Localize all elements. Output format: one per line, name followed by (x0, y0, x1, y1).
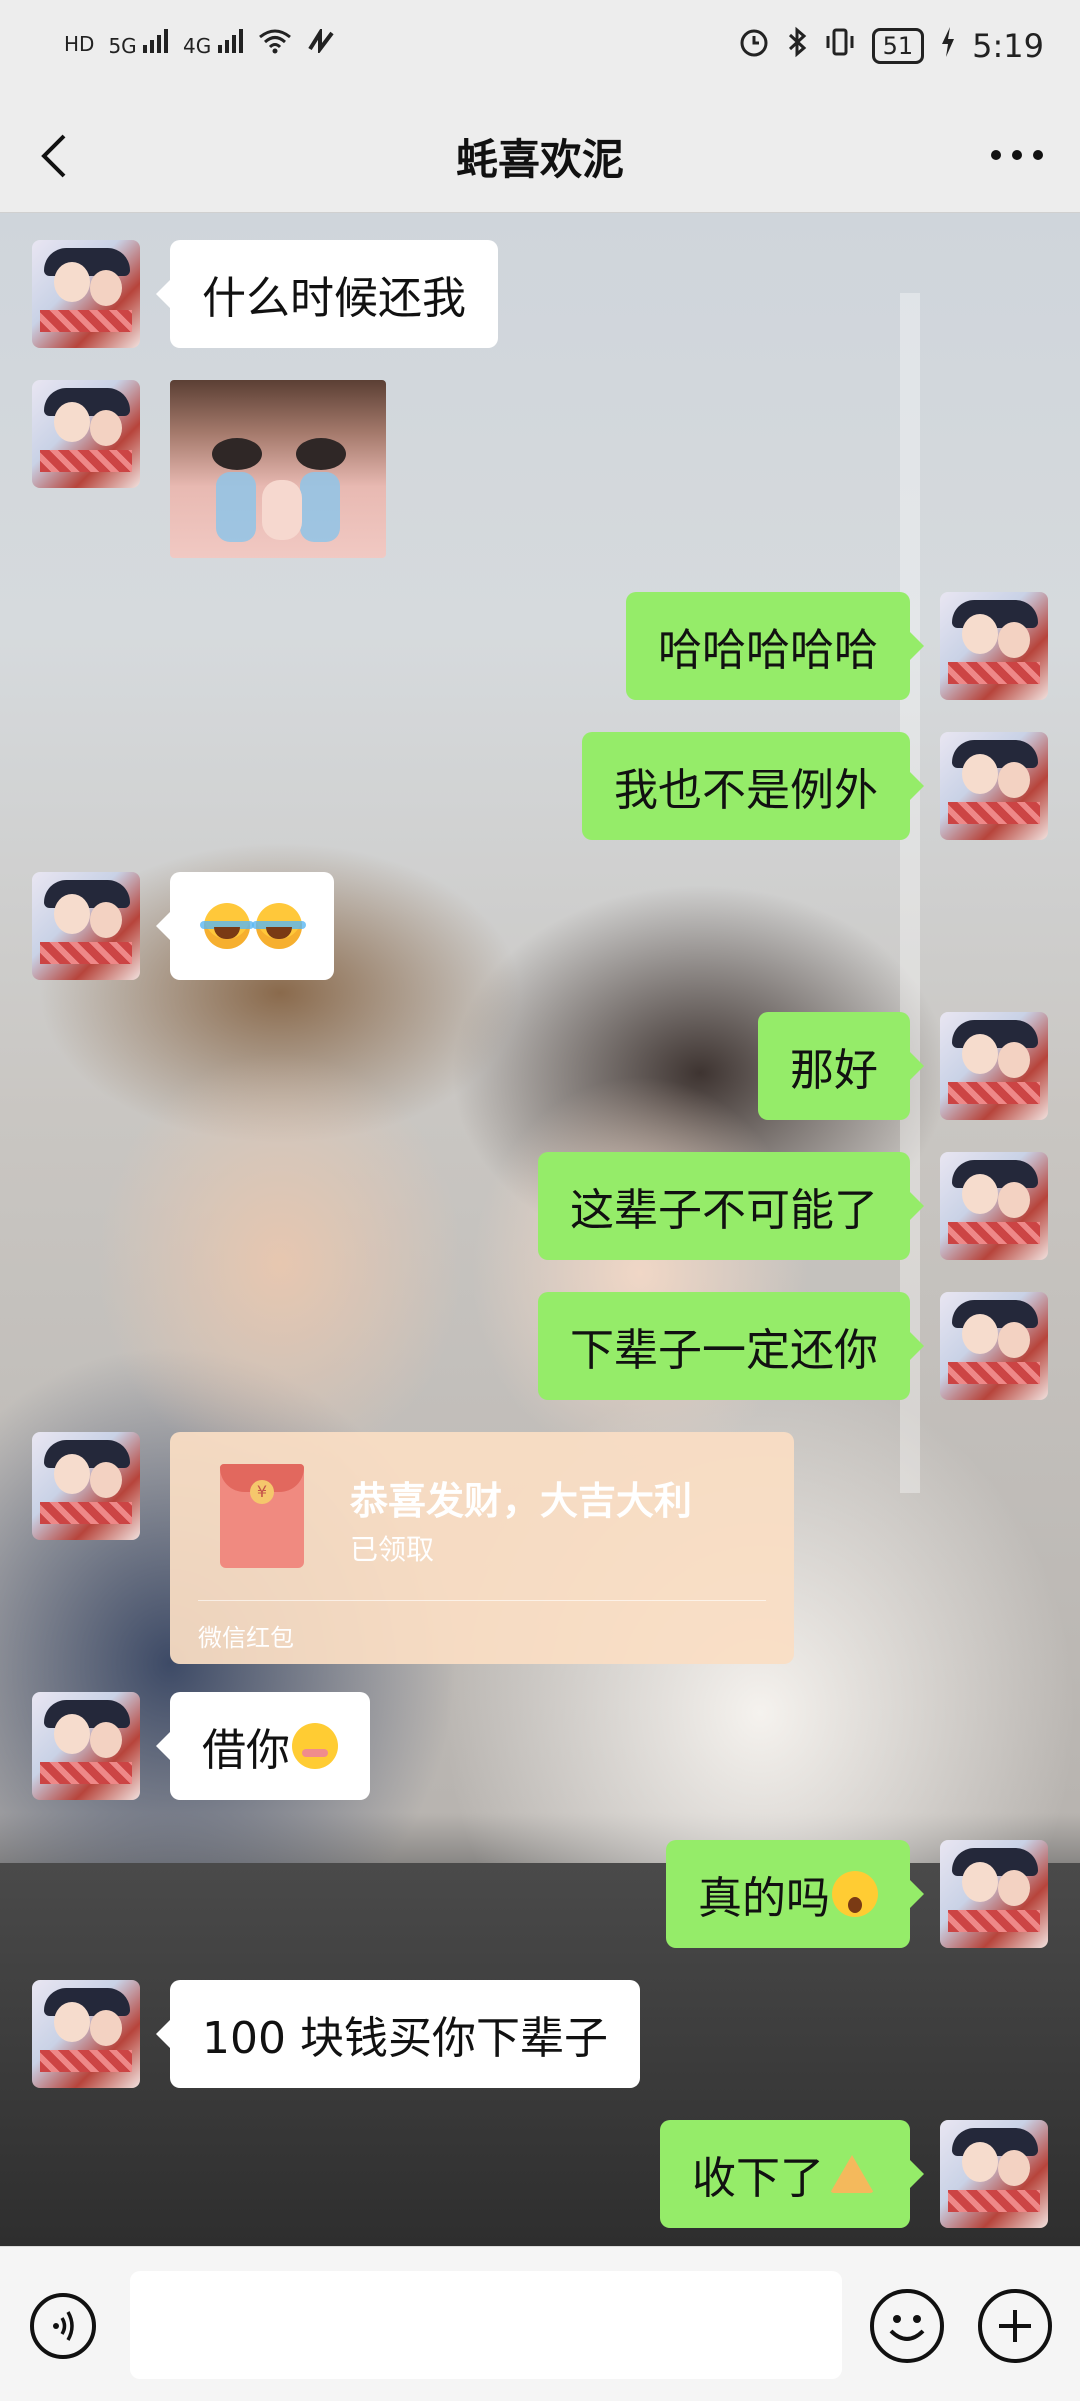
my-avatar[interactable] (940, 1840, 1048, 1948)
clock: 5:19 (972, 27, 1044, 65)
contact-avatar[interactable] (32, 1692, 140, 1800)
contact-avatar[interactable] (32, 1980, 140, 2088)
my-avatar[interactable] (940, 2120, 1048, 2228)
divider (198, 1600, 766, 1601)
chat-header: 蚝喜欢泥 (0, 100, 1080, 213)
my-avatar[interactable] (940, 592, 1048, 700)
vibrate-icon (824, 26, 856, 66)
chat-area[interactable]: 什么时候还我 哈哈哈哈哈 我也不是例外 那好 这辈子不可能了 下辈子一定还你 ¥… (0, 213, 1080, 2246)
chat-title: 蚝喜欢泥 (455, 135, 624, 184)
more-options-button[interactable] (982, 130, 1052, 180)
emoji-button[interactable] (870, 2289, 944, 2363)
outgoing-message[interactable]: 下辈子一定还你 (538, 1292, 924, 1400)
incoming-message[interactable]: 借你 (156, 1692, 370, 1800)
red-envelope-icon: ¥ (220, 1464, 304, 1568)
laugh-cry-emoji-icon (200, 903, 254, 949)
outgoing-message[interactable]: 收下了 (660, 2120, 924, 2228)
outgoing-message[interactable]: 真的吗 (666, 1840, 924, 1948)
my-avatar[interactable] (940, 1152, 1048, 1260)
nfc-icon (306, 26, 336, 58)
my-avatar[interactable] (940, 1012, 1048, 1120)
red-packet-message[interactable]: ¥ 恭喜发财，大吉大利 已领取 微信红包 (170, 1432, 794, 1664)
charging-icon (940, 27, 956, 65)
red-packet-footer: 微信红包 (198, 1624, 294, 1652)
message-text: 借你 (202, 1725, 290, 1776)
signal-indicators: HD 5G 4G (64, 26, 336, 59)
my-avatar[interactable] (940, 1292, 1048, 1400)
alarm-icon (738, 26, 770, 66)
message-input[interactable] (130, 2271, 842, 2379)
my-avatar[interactable] (940, 732, 1048, 840)
incoming-emoji-message[interactable] (156, 872, 334, 980)
status-right: 51 5:19 (738, 26, 1044, 66)
incoming-message[interactable]: 100 块钱买你下辈子 (156, 1980, 640, 2088)
shy-emoji-icon (292, 1723, 338, 1769)
status-bar: HD 5G 4G 51 5:19 (0, 0, 1080, 100)
outgoing-message[interactable]: 这辈子不可能了 (538, 1152, 924, 1260)
input-bar (0, 2246, 1080, 2401)
contact-avatar[interactable] (32, 240, 140, 348)
battery-icon: 51 (871, 28, 925, 64)
outgoing-message[interactable]: 哈哈哈哈哈 (626, 592, 924, 700)
contact-avatar[interactable] (32, 380, 140, 488)
more-functions-button[interactable] (978, 2289, 1052, 2363)
outgoing-message[interactable]: 我也不是例外 (582, 732, 924, 840)
message-text: 收下了 (692, 2153, 824, 2204)
outgoing-message[interactable]: 那好 (758, 1012, 924, 1120)
pray-emoji-icon (826, 2151, 878, 2197)
hd-icon: HD (64, 31, 95, 56)
contact-avatar[interactable] (32, 872, 140, 980)
crying-girl-sticker[interactable] (170, 380, 386, 558)
red-packet-status: 已领取 (350, 1533, 435, 1566)
contact-avatar[interactable] (32, 1432, 140, 1540)
message-text: 真的吗 (698, 1873, 830, 1924)
laugh-cry-emoji-icon (252, 903, 306, 949)
wifi-icon (258, 28, 292, 59)
voice-input-button[interactable] (30, 2293, 96, 2359)
bluetooth-icon (786, 26, 808, 66)
surprised-emoji-icon (832, 1871, 878, 1917)
incoming-message[interactable]: 什么时候还我 (156, 240, 498, 348)
5g-signal-icon: 5G (108, 29, 169, 58)
red-packet-title: 恭喜发财，大吉大利 (350, 1479, 693, 1523)
4g-signal-icon: 4G (183, 29, 244, 58)
